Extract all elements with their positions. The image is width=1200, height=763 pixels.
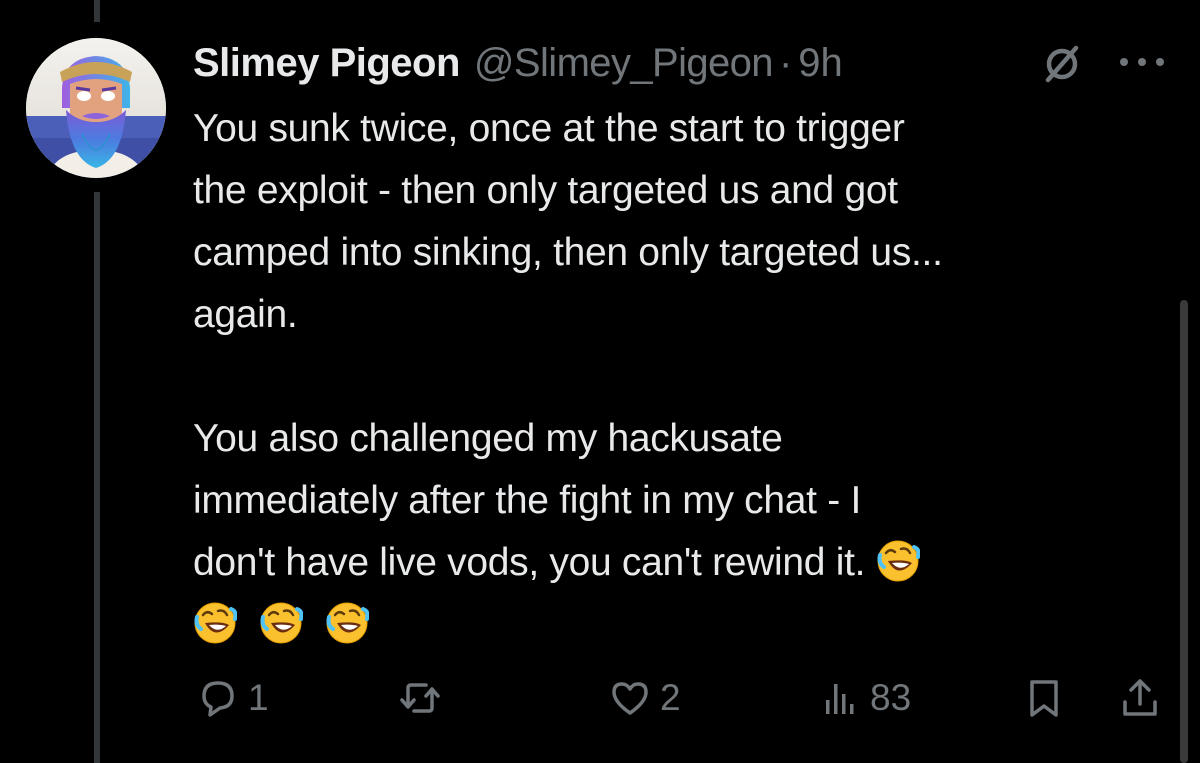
scrollbar[interactable] <box>1180 300 1188 763</box>
views-count: 83 <box>870 677 912 718</box>
share-button[interactable] <box>1118 670 1162 726</box>
repost-button[interactable] <box>398 670 450 726</box>
like-button[interactable]: 2 <box>608 670 681 726</box>
author-handle[interactable]: @Slimey_Pigeon <box>474 38 774 88</box>
tweet-paragraph-1: You sunk twice, once at the start to tri… <box>193 107 943 336</box>
views-button[interactable]: 83 <box>818 670 911 726</box>
avatar[interactable] <box>26 38 166 178</box>
tweet-text: You sunk twice, once at the start to tri… <box>193 98 1153 656</box>
bookmark-icon <box>1030 680 1058 717</box>
thread-line-top <box>94 0 100 22</box>
rofl-emoji-icon <box>259 601 303 645</box>
rofl-emoji-icon <box>193 601 237 645</box>
reply-count: 1 <box>248 677 269 718</box>
heart-icon <box>612 682 648 715</box>
tweet-header: Slimey Pigeon @Slimey_Pigeon · 9h <box>193 38 843 88</box>
tweet-paragraph-2: You also challenged my hackusate immedia… <box>193 408 1153 656</box>
author-display-name[interactable]: Slimey Pigeon <box>193 38 460 88</box>
more-icon[interactable] <box>1112 42 1172 82</box>
repost-icon <box>400 683 440 713</box>
rofl-emoji-icon <box>875 539 920 583</box>
analytics-icon <box>826 684 854 714</box>
avatar-image <box>26 38 166 178</box>
grok-icon[interactable] <box>1040 42 1084 86</box>
rofl-emoji-icon <box>325 601 369 645</box>
share-icon <box>1123 679 1157 716</box>
tweet-paragraph-2-text: You also challenged my hackusate immedia… <box>193 417 866 584</box>
tweet-timestamp[interactable]: 9h <box>798 38 843 88</box>
reply-icon <box>202 681 234 717</box>
separator-dot: · <box>778 41 793 85</box>
thread-line-bottom <box>94 192 100 763</box>
bookmark-button[interactable] <box>1022 670 1066 726</box>
like-count: 2 <box>660 677 681 718</box>
tweet-actions-bar: 1 2 83 <box>190 670 1180 726</box>
reply-button[interactable]: 1 <box>196 670 269 726</box>
